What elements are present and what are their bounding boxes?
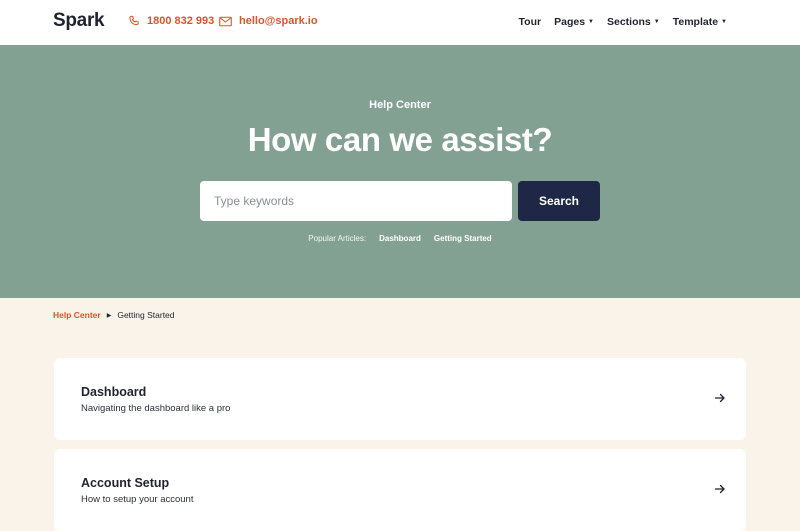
article-card-dashboard[interactable]: Dashboard Navigating the dashboard like …: [54, 358, 746, 440]
arrow-right-icon: [714, 393, 725, 403]
nav-item-label: Tour: [518, 16, 542, 28]
nav-item-label: Template: [672, 16, 719, 28]
article-card-account-setup[interactable]: Account Setup How to setup your account: [54, 449, 746, 531]
phone-contact[interactable]: 1800 832 993: [128, 15, 214, 27]
breadcrumb-current: Getting Started: [117, 310, 175, 320]
search-button[interactable]: Search: [518, 181, 600, 221]
hero-kicker: Help Center: [369, 99, 431, 111]
nav-item-template[interactable]: Template ▼: [673, 16, 727, 28]
article-description: Navigating the dashboard like a pro: [81, 403, 231, 414]
page-title: How can we assist?: [247, 121, 553, 158]
caret-right-icon: ▶: [106, 312, 112, 319]
popular-link-dashboard[interactable]: Dashboard: [379, 234, 421, 243]
main-nav: Tour Pages ▼ Sections ▼ Template ▼: [519, 16, 727, 28]
breadcrumb: Help Center ▶ Getting Started: [53, 310, 175, 320]
nav-item-tour[interactable]: Tour: [519, 16, 542, 28]
caret-down-icon: ▼: [721, 19, 727, 25]
top-navbar: Spark 1800 832 993 hello@spark.io Tour P…: [0, 0, 800, 45]
article-title: Account Setup: [81, 476, 170, 490]
phone-icon: [129, 15, 139, 26]
popular-link-getting-started[interactable]: Getting Started: [434, 234, 492, 243]
logo[interactable]: Spark: [53, 10, 105, 32]
phone-number: 1800 832 993: [147, 15, 215, 27]
popular-articles: Popular Articles: Dashboard Getting Star…: [0, 234, 800, 243]
search-input[interactable]: [200, 181, 512, 221]
breadcrumb-link-help-center[interactable]: Help Center: [53, 310, 101, 320]
email-address: hello@spark.io: [239, 15, 318, 27]
email-contact[interactable]: hello@spark.io: [219, 15, 318, 27]
nav-item-pages[interactable]: Pages ▼: [554, 16, 594, 28]
nav-item-sections[interactable]: Sections ▼: [607, 16, 660, 28]
caret-down-icon: ▼: [588, 19, 594, 25]
article-title: Dashboard: [81, 385, 147, 399]
nav-item-label: Sections: [607, 16, 651, 28]
hero-section: Help Center How can we assist? Search Po…: [0, 45, 800, 298]
mail-icon: [219, 16, 232, 26]
popular-articles-label: Popular Articles:: [308, 234, 367, 243]
nav-item-label: Pages: [554, 16, 586, 28]
caret-down-icon: ▼: [653, 19, 660, 25]
arrow-right-icon: [714, 484, 725, 494]
